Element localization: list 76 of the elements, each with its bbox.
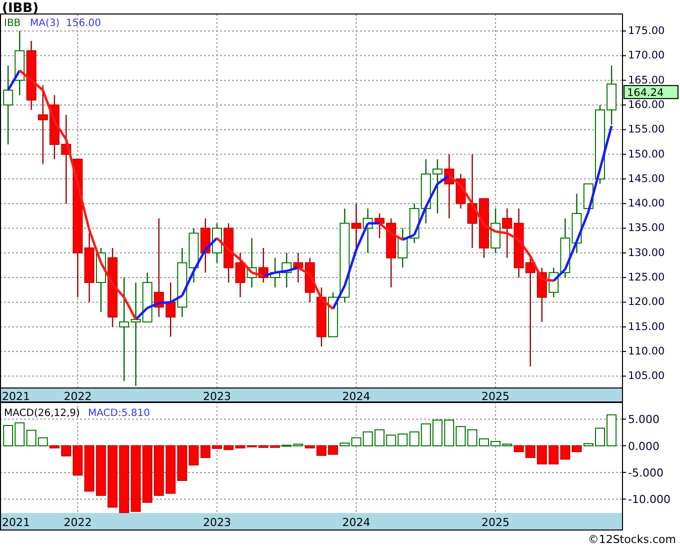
- axis-label: 115.00: [628, 320, 665, 333]
- histogram-bar: [130, 445, 141, 512]
- histogram-bar: [96, 445, 106, 496]
- axis-label: 125.00: [628, 272, 665, 284]
- legend-label: IBB: [4, 18, 21, 29]
- candlestick: [362, 208, 373, 253]
- axis-label: 2023: [203, 516, 231, 529]
- axis-label: 130.00: [628, 246, 665, 259]
- histogram-bar: [398, 434, 408, 446]
- axis-label: 2021: [2, 516, 30, 529]
- axis-label: 2022: [64, 516, 92, 529]
- legend-label: MA(3): [30, 18, 60, 29]
- chart-title: (IBB): [2, 1, 39, 16]
- candlestick: [235, 252, 246, 298]
- histogram-bar: [606, 414, 617, 446]
- candlestick: [606, 66, 617, 125]
- axis-label: 170.00: [628, 50, 665, 62]
- axis-label: 2024: [342, 390, 370, 403]
- histogram-bar: [595, 428, 605, 446]
- candlestick: [246, 238, 257, 288]
- axis-label: 135.00: [628, 222, 665, 234]
- candlestick: [96, 248, 106, 312]
- histogram-bar: [3, 424, 14, 446]
- axis-label: 2024: [342, 516, 370, 529]
- axis-label: 145.00: [628, 172, 665, 185]
- legend-value: 156.00: [66, 18, 101, 29]
- histogram-bar: [166, 445, 176, 494]
- axis-label: 2023: [203, 390, 231, 403]
- histogram-bar: [432, 420, 442, 446]
- axis-label: 150.00: [628, 148, 665, 160]
- candlestick: [270, 258, 280, 288]
- candlestick: [328, 292, 338, 338]
- candlestick: [26, 40, 36, 110]
- candlestick: [490, 208, 501, 253]
- axis-label: 0.000: [628, 440, 660, 453]
- histogram-bar: [108, 445, 118, 508]
- candlestick: [224, 223, 234, 282]
- axis-label: 2025: [482, 390, 510, 403]
- candlestick: [188, 228, 199, 282]
- candlestick: [166, 282, 176, 337]
- axis-label: 175.00: [628, 25, 665, 37]
- chart-title: MACD(26,12,9): [4, 408, 80, 419]
- axis-label: 160.00: [628, 98, 665, 111]
- histogram-bar: [444, 420, 454, 446]
- axis-label: 2025: [482, 516, 510, 529]
- candlestick: [316, 287, 326, 347]
- candlestick: [14, 31, 25, 96]
- axis-label: 140.00: [628, 198, 665, 210]
- axis-label: 155.00: [628, 124, 665, 136]
- candlestick: [177, 248, 188, 317]
- candlestick: [258, 248, 268, 282]
- histogram-bar: [119, 445, 130, 513]
- candlestick: [212, 223, 222, 263]
- histogram-bar: [212, 445, 222, 449]
- histogram-bar: [142, 445, 152, 503]
- axis-label: 165.00: [628, 74, 665, 86]
- histogram-bar: [328, 445, 338, 455]
- axis-label: 2022: [64, 390, 92, 403]
- price-badge: 164.24: [624, 85, 678, 100]
- candlestick: [49, 95, 60, 160]
- candlestick: [502, 208, 512, 258]
- candlestick: [200, 218, 210, 273]
- histogram-bar: [154, 445, 164, 496]
- axis-label: 2021: [2, 390, 30, 403]
- axis-label: -10.000: [628, 493, 670, 506]
- axis-label: -5.000: [628, 466, 664, 480]
- legend-value: MACD:5.810: [88, 408, 150, 419]
- axis-label: 120.00: [628, 296, 665, 308]
- histogram-bar: [548, 445, 559, 464]
- axis-label: 5.000: [628, 413, 660, 426]
- histogram-bar: [456, 426, 466, 446]
- candlestick: [432, 159, 442, 214]
- axis-label: 110.00: [628, 346, 665, 358]
- candlestick: [282, 252, 292, 288]
- axis-label: 105.00: [628, 370, 665, 382]
- copyright-text: ©12Stocks.com: [588, 533, 676, 546]
